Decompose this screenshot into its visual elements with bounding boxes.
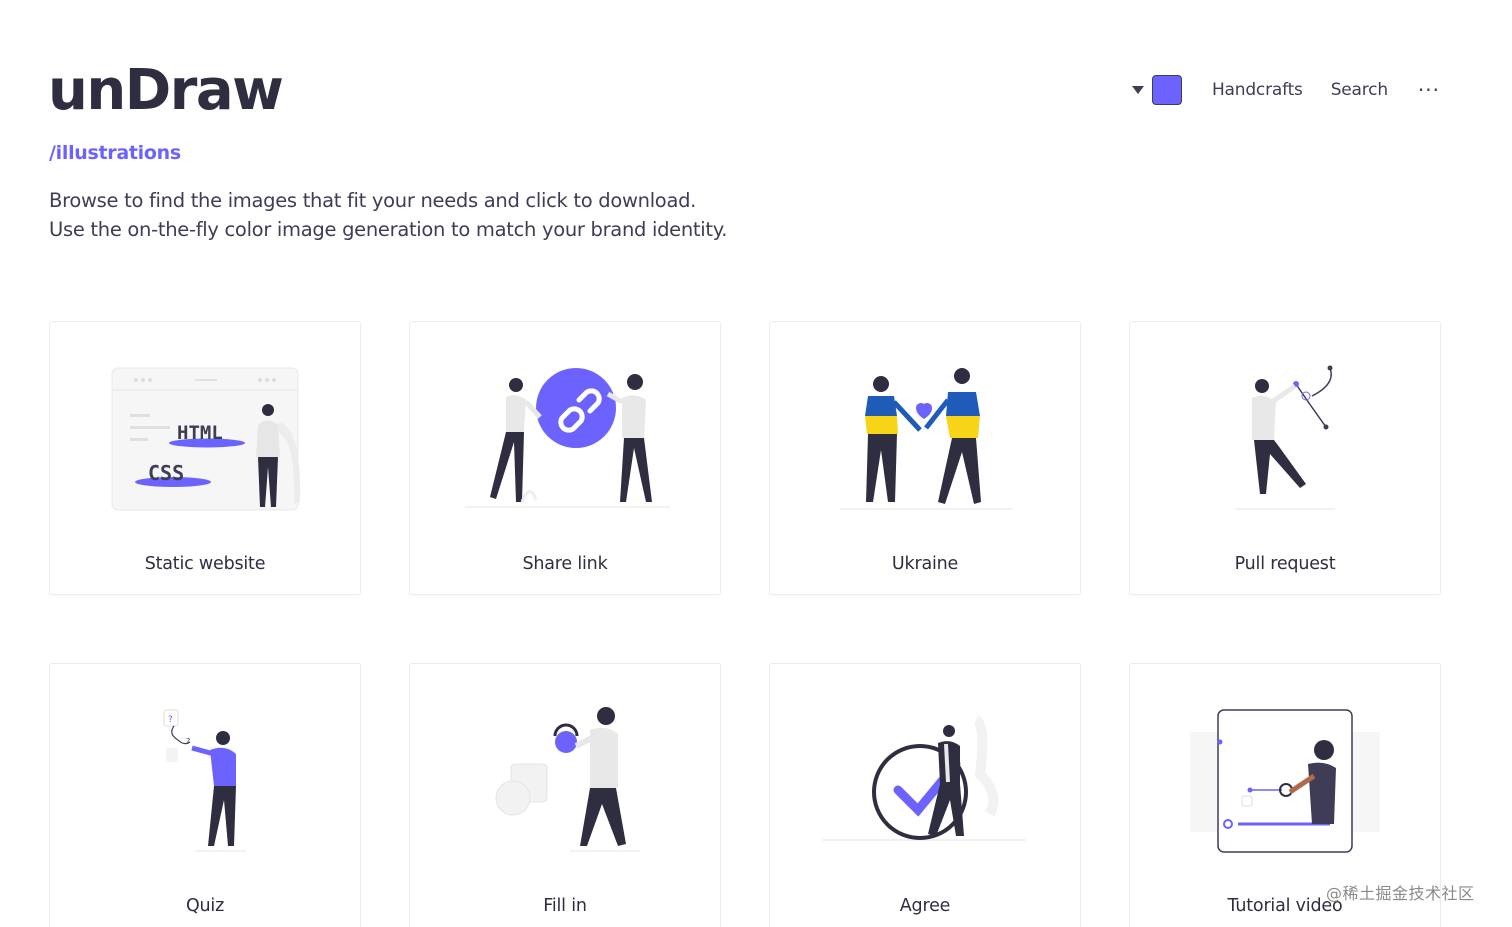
- site-logo[interactable]: unDraw: [48, 56, 284, 126]
- svg-text:CSS: CSS: [148, 461, 184, 485]
- watermark-text: @稀土掘金技术社区: [1326, 884, 1475, 903]
- nav-handcrafts-link[interactable]: Handcrafts: [1212, 80, 1303, 100]
- illustration-card-fill-in[interactable]: Fill in: [409, 663, 721, 927]
- svg-text:?: ?: [186, 737, 190, 746]
- more-menu-icon[interactable]: ···: [1418, 80, 1440, 100]
- card-label: Ukraine: [891, 554, 959, 574]
- nav-search-link[interactable]: Search: [1331, 80, 1388, 100]
- agree-illustration: [822, 715, 1026, 841]
- top-nav: Handcrafts Search ···: [1131, 74, 1440, 106]
- page-description: Browse to find the images that fit your …: [49, 189, 728, 241]
- illustration-card-quiz[interactable]: ? ? Quiz: [49, 663, 361, 927]
- color-dropdown-arrow-icon[interactable]: [1131, 86, 1144, 94]
- card-label: Pull request: [1234, 554, 1336, 574]
- card-label: Static website: [144, 554, 266, 574]
- tutorial-video-illustration: [1190, 709, 1380, 853]
- illustration-card-pull-request[interactable]: Pull request: [1129, 321, 1441, 595]
- illustration-card-ukraine[interactable]: Ukraine: [769, 321, 1081, 595]
- fill-in-illustration: [495, 707, 640, 852]
- quiz-illustration: ? ?: [163, 709, 246, 852]
- share-link-illustration: [465, 368, 670, 508]
- ukraine-illustration: [840, 368, 1012, 510]
- static-website-illustration: HTML CSS: [111, 367, 301, 511]
- card-label: Quiz: [185, 896, 225, 916]
- pull-request-illustration: [1235, 365, 1335, 510]
- svg-text:?: ?: [168, 715, 173, 725]
- card-label: Agree: [899, 896, 951, 916]
- svg-text:HTML: HTML: [177, 422, 223, 444]
- section-subtitle[interactable]: /illustrations: [49, 142, 181, 164]
- illustration-card-static-website[interactable]: HTML CSS Static website: [49, 321, 361, 595]
- card-label: Share link: [522, 554, 608, 574]
- illustration-card-share-link[interactable]: Share link: [409, 321, 721, 595]
- card-label: Fill in: [543, 896, 587, 916]
- illustration-card-agree[interactable]: Agree: [769, 663, 1081, 927]
- color-picker-swatch[interactable]: [1151, 75, 1182, 105]
